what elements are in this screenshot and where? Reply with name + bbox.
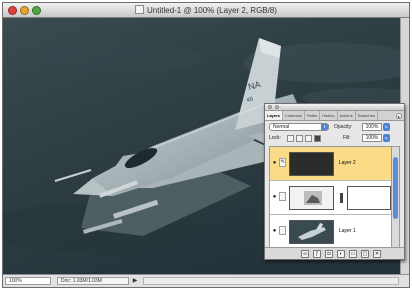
lock-label: Lock: xyxy=(269,135,281,141)
layer-row[interactable]: ● ✎ Layer 2 xyxy=(270,147,391,181)
layer-style-icon[interactable]: ƒ xyxy=(313,250,321,258)
palette-bottom-bar: ∞ ƒ ◘ ◐ ▭ ▢ ✕ xyxy=(265,247,404,259)
layer-list: ● ✎ Layer 2 ● ● Layer 1 xyxy=(269,146,392,248)
thumbnail-art xyxy=(304,191,322,205)
link-icon[interactable] xyxy=(279,192,286,201)
document-title: Untitled-1 @ 100% (Layer 2, RGB/8) xyxy=(147,6,277,15)
link-icon[interactable] xyxy=(279,226,286,235)
link-layers-icon[interactable]: ∞ xyxy=(301,250,309,258)
layer-row[interactable]: ● Layer 1 xyxy=(270,215,391,247)
layer-thumbnail xyxy=(289,152,334,176)
document-info[interactable]: Doc: 1.03M/1.03M xyxy=(57,277,129,285)
tab-history[interactable]: History xyxy=(320,111,338,120)
fill-label: Fill: xyxy=(343,135,351,141)
document-window: Untitled-1 @ 100% (Layer 2, RGB/8) NA 46… xyxy=(2,2,410,288)
tab-channels[interactable]: Channels xyxy=(283,111,305,120)
lock-move-icon[interactable] xyxy=(305,135,312,142)
eye-icon[interactable]: ● xyxy=(271,193,278,202)
layer-row[interactable]: ● xyxy=(270,181,391,215)
document-titlebar[interactable]: Untitled-1 @ 100% (Layer 2, RGB/8) xyxy=(3,3,409,18)
document-title-area: Untitled-1 @ 100% (Layer 2, RGB/8) xyxy=(3,3,409,18)
chevron-down-icon: ⇕ xyxy=(321,124,328,130)
fill-field[interactable]: 100% xyxy=(362,134,382,142)
fill-slider-arrow-icon[interactable]: ▸ xyxy=(383,134,390,142)
mask-link-icon[interactable] xyxy=(340,193,343,203)
tab-layers[interactable]: Layers xyxy=(265,111,283,120)
document-icon xyxy=(135,5,145,14)
zoom-field[interactable]: 100% xyxy=(5,277,51,285)
new-group-icon[interactable]: ▭ xyxy=(349,250,357,258)
thumbnail-art xyxy=(298,223,326,240)
status-bar: 100% Doc: 1.03M/1.03M ▶ xyxy=(3,274,409,287)
new-layer-icon[interactable]: ▢ xyxy=(361,250,369,258)
lock-transparency-icon[interactable] xyxy=(287,135,294,142)
layer-thumbnail xyxy=(289,220,334,244)
eye-icon[interactable]: ● xyxy=(271,227,278,236)
layer-thumbnail xyxy=(289,186,334,210)
lock-all-icon[interactable] xyxy=(314,135,321,142)
scroll-thumb[interactable] xyxy=(393,157,398,219)
palette-titlebar[interactable] xyxy=(265,104,404,111)
opacity-slider-arrow-icon[interactable]: ▸ xyxy=(383,123,390,131)
layer-name[interactable]: Layer 2 xyxy=(339,160,356,166)
blend-row: Normal ⇕ Opacity: 100% ▸ xyxy=(265,121,404,133)
trash-icon[interactable]: ✕ xyxy=(373,250,381,258)
eye-icon[interactable]: ● xyxy=(271,159,278,168)
layers-palette: Layers Channels Paths History Actions Swatche… xyxy=(264,103,405,260)
palette-menu-icon[interactable]: ▸ xyxy=(396,113,402,119)
add-mask-icon[interactable]: ◘ xyxy=(325,250,333,258)
tab-actions[interactable]: Actions xyxy=(338,111,356,120)
layer-mask-thumbnail[interactable] xyxy=(347,186,391,210)
brush-icon[interactable]: ✎ xyxy=(279,158,286,167)
palette-minimize-button[interactable] xyxy=(275,105,279,109)
palette-tabs: Layers Channels Paths History Actions Swatche… xyxy=(265,111,404,121)
opacity-field[interactable]: 100% xyxy=(362,123,382,131)
blend-mode-select[interactable]: Normal ⇕ xyxy=(269,123,329,131)
opacity-label: Opacity: xyxy=(334,124,353,130)
status-menu-arrow-icon[interactable]: ▶ xyxy=(131,277,139,285)
blend-mode-value: Normal xyxy=(273,124,290,130)
palette-close-button[interactable] xyxy=(268,105,272,109)
adjustment-layer-icon[interactable]: ◐ xyxy=(337,250,345,258)
horizontal-scrollbar[interactable] xyxy=(143,277,399,285)
tab-swatches[interactable]: Swatches xyxy=(356,111,378,120)
lock-row: Lock: Fill: 100% ▸ xyxy=(265,133,404,144)
layer-name[interactable]: Layer 1 xyxy=(339,228,356,234)
tab-paths[interactable]: Paths xyxy=(305,111,321,120)
lock-brush-icon[interactable] xyxy=(296,135,303,142)
layer-list-scrollbar[interactable] xyxy=(392,146,400,248)
